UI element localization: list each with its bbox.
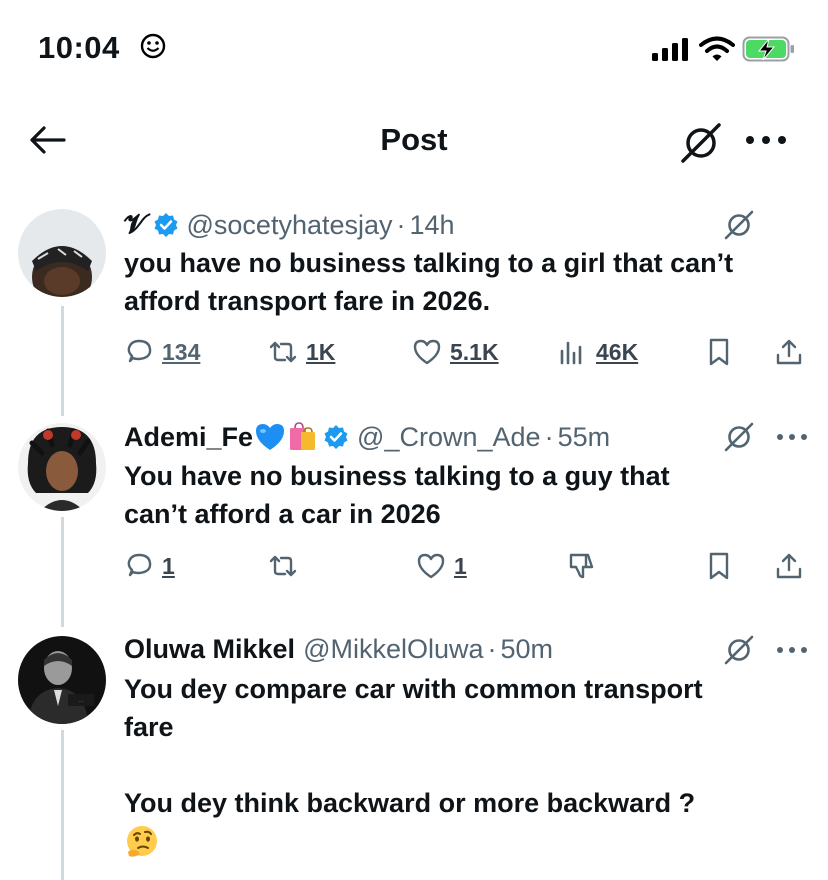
post-text: you have no business talking to a girl t… (124, 244, 814, 320)
smiley-icon (140, 33, 166, 59)
post-text-line: You dey think backward or more backward … (124, 788, 696, 818)
shopping-bags-icon (290, 422, 316, 450)
display-name[interactable]: Oluwa Mikkel (124, 634, 295, 665)
grok-icon[interactable] (722, 420, 756, 454)
like-icon (413, 339, 441, 365)
post-text-line: You dey compare car with common transpor… (124, 674, 703, 704)
separator: · (544, 421, 554, 452)
post-text: You have no business talking to a guy th… (124, 457, 814, 533)
battery-charging-icon (742, 36, 794, 62)
avatar[interactable] (18, 209, 106, 297)
display-name[interactable]: 𝓥 (124, 209, 147, 241)
like-icon (417, 553, 445, 579)
post-text: You dey compare car with common transpor… (124, 670, 814, 822)
downvote-icon (569, 553, 594, 579)
top-nav: Post (0, 100, 828, 180)
post-text-line: afford transport fare in 2026. (124, 286, 491, 316)
bookmark-icon (709, 338, 729, 366)
post-header: 𝓥 @socetyhatesjay · 14h (124, 205, 798, 245)
bookmark-button[interactable] (704, 546, 734, 586)
views-button[interactable]: 46K (558, 332, 638, 372)
action-bar: 134 1K 5.1K 46K (0, 332, 828, 372)
thinking-face-icon (127, 826, 157, 857)
handle[interactable]: @MikkelOluwa (303, 634, 483, 665)
status-time: 10:04 (38, 30, 120, 65)
reply-count[interactable]: 134 (162, 339, 200, 366)
thread-line (61, 730, 64, 880)
svg-text:...: ... (79, 698, 83, 703)
like-button[interactable]: 1 (416, 546, 467, 586)
share-button[interactable] (774, 546, 804, 586)
grok-icon[interactable] (722, 633, 756, 667)
post-text-line: can’t afford a car in 2026 (124, 499, 441, 529)
blue-heart-icon (256, 424, 285, 450)
verified-badge-icon (324, 425, 348, 449)
post[interactable]: ... Oluwa Mikkel @MikkelOluwa · 50m You … (0, 628, 828, 880)
display-name[interactable]: Ademi_Fe (124, 422, 253, 453)
post-text-line: you have no business talking to a girl t… (124, 248, 734, 278)
grok-icon[interactable] (678, 120, 724, 166)
timestamp[interactable]: 50m (501, 634, 554, 665)
more-icon[interactable] (744, 128, 788, 152)
post-header: Ademi_Fe @_Crown_Ade · 55m (124, 417, 798, 457)
more-icon[interactable] (776, 430, 808, 444)
wifi-icon (699, 36, 735, 61)
repost-button[interactable] (268, 546, 298, 586)
repost-count[interactable]: 1K (306, 339, 335, 366)
avatar[interactable] (18, 423, 106, 511)
reply-button[interactable]: 134 (124, 332, 200, 372)
separator: · (396, 209, 406, 240)
grok-icon[interactable] (722, 208, 756, 242)
like-button[interactable]: 5.1K (412, 332, 499, 372)
handle[interactable]: @_Crown_Ade (357, 422, 541, 453)
views-icon (560, 341, 582, 365)
views-count[interactable]: 46K (596, 339, 638, 366)
post[interactable]: Ademi_Fe @_Crown_Ade · 55m You have no b… (0, 415, 828, 627)
timestamp[interactable]: 55m (558, 422, 611, 453)
like-count[interactable]: 5.1K (450, 339, 499, 366)
reply-icon (127, 553, 152, 577)
post-text-line (124, 746, 814, 784)
post-header: Oluwa Mikkel @MikkelOluwa · 50m (124, 629, 798, 669)
handle[interactable]: @socetyhatesjay (187, 210, 393, 241)
signal-icon (652, 38, 688, 61)
share-icon (776, 553, 802, 579)
reply-icon (127, 339, 152, 363)
verified-badge-icon (154, 213, 177, 237)
repost-icon (269, 341, 297, 363)
post-text-line: fare (124, 712, 174, 742)
like-count[interactable]: 1 (454, 553, 467, 580)
more-icon[interactable] (776, 643, 808, 657)
status-bar: 10:04 (0, 0, 828, 100)
reply-count[interactable]: 1 (162, 553, 175, 580)
action-bar: 1 1 (0, 546, 828, 586)
bookmark-button[interactable] (704, 332, 734, 372)
post[interactable]: 𝓥 @socetyhatesjay · 14h you have no busi… (0, 200, 828, 416)
bookmark-icon (709, 552, 729, 580)
timestamp[interactable]: 14h (410, 210, 455, 241)
repost-button[interactable]: 1K (268, 332, 335, 372)
avatar[interactable]: ... (18, 636, 106, 724)
share-icon (776, 339, 802, 365)
downvote-button[interactable] (566, 546, 596, 586)
share-button[interactable] (774, 332, 804, 372)
post-text-line: You have no business talking to a guy th… (124, 461, 670, 491)
reply-button[interactable]: 1 (124, 546, 175, 586)
separator: · (487, 633, 497, 664)
repost-icon (269, 555, 297, 577)
